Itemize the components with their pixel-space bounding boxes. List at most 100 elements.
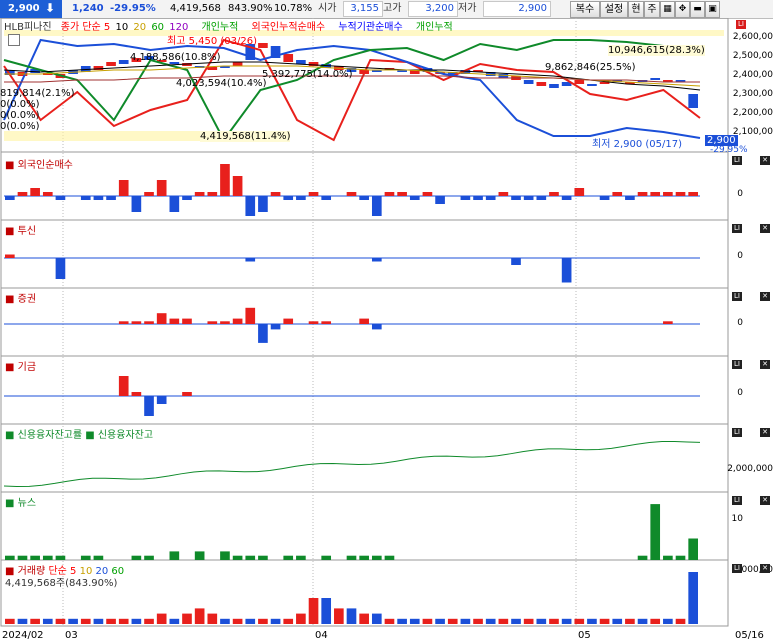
chart-bar xyxy=(5,555,15,560)
chart-bar xyxy=(156,396,167,404)
chart-bar xyxy=(511,258,521,265)
candle xyxy=(523,80,534,84)
volume-bar xyxy=(650,618,661,624)
volume-last-value: 4,419,568주(843.90%) xyxy=(5,578,118,589)
minimize-icon[interactable]: ▬ xyxy=(690,1,705,18)
ann-a6: 4,188,586(10.8%) xyxy=(130,52,221,63)
volume-bar xyxy=(625,618,635,624)
pane-li-icon[interactable]: LI xyxy=(732,428,742,437)
y-tick-5: 2,100,00 xyxy=(732,127,773,137)
chart-bar xyxy=(220,164,230,196)
volume-bar xyxy=(637,618,648,624)
pane-li-icon[interactable]: LI xyxy=(732,360,742,369)
down-arrow-icon: ⬇ xyxy=(45,1,56,15)
pane-li-icon[interactable]: LI xyxy=(732,224,742,233)
current-button[interactable]: 현 xyxy=(628,1,644,18)
chart-bar xyxy=(232,555,243,560)
pane-close-icon[interactable]: ✕ xyxy=(760,360,770,369)
chart-bar xyxy=(131,555,142,560)
open-label: 시가 xyxy=(318,3,337,14)
chart-bar xyxy=(220,551,230,560)
legend-individual-cum-2: 개인누적 xyxy=(415,22,453,33)
copy-button[interactable]: 복수 xyxy=(570,1,600,18)
chart-bar xyxy=(118,180,129,196)
pane-close-icon[interactable]: ✕ xyxy=(760,224,770,233)
chart-bar xyxy=(321,196,332,200)
pane-frame xyxy=(0,151,729,221)
accum-line xyxy=(3,39,701,142)
volume-bar xyxy=(68,618,78,624)
pane-li-icon[interactable]: LI xyxy=(732,496,742,505)
chart-bar xyxy=(283,318,294,324)
chart-bar xyxy=(688,538,698,560)
chart-bar xyxy=(485,196,496,200)
volume-bar xyxy=(485,618,496,624)
volume-bar xyxy=(5,618,15,624)
chart-bar xyxy=(169,551,180,560)
chart-bar xyxy=(118,376,129,396)
ma-period-60: 60 xyxy=(151,22,165,33)
chart-bar xyxy=(5,254,15,258)
candle xyxy=(232,62,243,66)
li-icon[interactable]: LI xyxy=(736,20,746,29)
low-label: 저가 xyxy=(458,3,477,14)
x-label-2: 04 xyxy=(315,630,328,641)
pane-li-icon[interactable]: LI xyxy=(732,292,742,301)
chart-bar xyxy=(144,396,154,416)
pane-title-trust: ■ 투신 xyxy=(5,226,37,237)
pane-li-icon[interactable]: LI xyxy=(732,564,742,573)
candle xyxy=(258,43,268,48)
chart-bar xyxy=(574,188,585,196)
pane-close-icon[interactable]: ✕ xyxy=(760,496,770,505)
pane-close-icon[interactable]: ✕ xyxy=(760,428,770,437)
chart-bar xyxy=(258,324,268,343)
candle xyxy=(574,80,585,84)
credit-tick: 2,000,000 xyxy=(727,464,773,474)
volume-bar xyxy=(232,618,243,624)
week-button[interactable]: 주 xyxy=(644,1,660,18)
low-annotation: 최저 2,900 (05/17) xyxy=(592,139,683,150)
chart-bar xyxy=(182,392,192,396)
pane-checkbox[interactable] xyxy=(8,34,20,46)
volume-bar xyxy=(675,618,686,624)
chart-bar xyxy=(308,321,319,324)
x-label-3: 05 xyxy=(578,630,591,641)
ann-a8: 0(0.0%) xyxy=(0,99,40,110)
ma-period-10: 10 xyxy=(115,22,129,33)
chart-bar xyxy=(371,196,382,216)
chart-bar xyxy=(359,196,369,200)
pane-close-icon[interactable]: ✕ xyxy=(760,292,770,301)
volume-bar xyxy=(409,618,420,624)
price-change-pct: -29.95% xyxy=(110,3,156,14)
candle xyxy=(688,94,698,108)
move-icon[interactable]: ✥ xyxy=(675,1,690,18)
settings-button[interactable]: 설정 xyxy=(600,1,628,18)
chart-bar xyxy=(182,318,192,324)
volume-bar xyxy=(270,618,281,624)
ann-a3: 5,392,775(14.0%) xyxy=(262,69,353,80)
chart-bar xyxy=(663,321,673,324)
grid-icon[interactable]: ▦ xyxy=(660,1,675,18)
candle xyxy=(536,82,547,86)
volume-bar xyxy=(422,618,433,624)
chart-bar xyxy=(232,318,243,324)
chart-bar xyxy=(536,196,547,200)
legend-inst-cum: 누적기관순매수 xyxy=(338,22,403,33)
chart-bar xyxy=(258,555,268,560)
pane-close-icon[interactable]: ✕ xyxy=(760,564,770,573)
chart-bar xyxy=(359,318,369,324)
volume-bar xyxy=(359,613,369,624)
volume-bar xyxy=(599,618,610,624)
volume-bar xyxy=(283,618,294,624)
chart-bar xyxy=(599,196,610,200)
restore-icon[interactable]: ▣ xyxy=(705,1,720,18)
price-pane-legend: HLB피나진 종가 단순 5 10 20 60 120 개인누적 외국인누적순매… xyxy=(4,18,453,33)
credit-line xyxy=(3,441,701,487)
pane-close-icon[interactable]: ✕ xyxy=(760,156,770,165)
ma-label: 종가 단순 5 xyxy=(60,22,111,33)
pane-li-icon[interactable]: LI xyxy=(732,156,742,165)
chart-bar xyxy=(371,324,382,330)
zero-fund: 0 xyxy=(737,388,743,398)
pane-title-credit: ■ 신용융자잔고률 ■ 신용융자잔고 xyxy=(5,430,154,441)
zero-foreign: 0 xyxy=(737,189,743,199)
